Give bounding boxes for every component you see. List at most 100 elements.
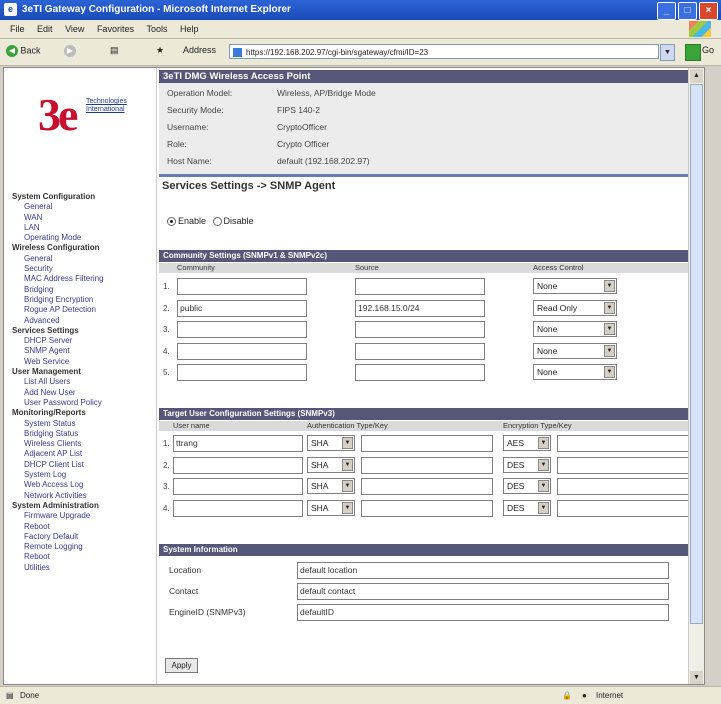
go-button[interactable] [685,44,701,61]
disable-radio[interactable] [212,217,222,227]
sidebar-item[interactable]: Wireless Clients [12,439,152,449]
menu-edit[interactable]: Edit [37,24,53,34]
community-input[interactable] [177,278,307,295]
sidebar-item[interactable]: Add New User [12,388,152,398]
sidebar-item[interactable]: Security [12,264,152,274]
sidebar-item[interactable]: Adjacent AP List [12,449,152,459]
sidebar-item[interactable]: Advanced [12,316,152,326]
dropdown-arrow-icon[interactable]: ▼ [604,366,615,378]
sidebar-item[interactable]: Network Activities [12,491,152,501]
menu-tools[interactable]: Tools [146,24,167,34]
apply-button[interactable]: Apply [165,658,198,673]
sidebar-item[interactable]: Web Service [12,357,152,367]
enc-type-select[interactable]: AES ▼ [503,435,551,451]
sidebar-item[interactable]: Web Access Log [12,480,152,490]
auth-key-input[interactable] [361,456,493,474]
auth-type-select[interactable]: SHA ▼ [307,456,355,473]
sidebar-item[interactable]: User Password Policy [12,398,152,408]
access-select[interactable]: None ▼ [533,364,617,380]
source-input[interactable] [355,321,485,338]
username-input[interactable] [173,456,303,474]
dropdown-arrow-icon[interactable]: ▼ [538,458,549,471]
enc-key-input[interactable] [557,456,689,474]
auth-key-input[interactable] [361,435,493,452]
sidebar-item[interactable]: Firmware Upgrade [12,511,152,521]
sidebar-item[interactable]: Reboot [12,552,152,562]
minimize-button[interactable]: _ [657,2,676,20]
dropdown-arrow-icon[interactable]: ▼ [538,480,549,492]
enc-key-input[interactable] [557,435,689,452]
dropdown-arrow-icon[interactable]: ▼ [604,301,615,314]
address-input[interactable]: https://192.168.202.97/cgi-bin/sgateway/… [229,44,659,59]
back-button[interactable]: ◀ Back [6,45,41,57]
dropdown-arrow-icon[interactable]: ▼ [342,480,353,492]
source-input[interactable]: 192.168.15.0/24 [355,299,485,317]
maximize-button[interactable]: □ [678,2,697,20]
sysinfo-input[interactable]: defaultID [297,604,669,621]
dropdown-arrow-icon[interactable]: ▼ [538,501,549,514]
access-select[interactable]: None ▼ [533,278,617,294]
sidebar-item[interactable]: Rogue AP Detection [12,305,152,315]
username-input[interactable] [173,499,303,517]
community-input[interactable] [177,321,307,338]
go-label[interactable]: Go [702,45,714,55]
community-input[interactable]: public [177,299,307,317]
auth-type-select[interactable]: SHA ▼ [307,435,355,451]
sidebar-item[interactable]: Reboot [12,522,152,532]
sidebar-item[interactable]: Operating Mode [12,233,152,243]
menu-file[interactable]: File [10,24,25,34]
dropdown-arrow-icon[interactable]: ▼ [342,501,353,514]
auth-type-select[interactable]: SHA ▼ [307,478,355,494]
auth-key-input[interactable] [361,499,493,517]
source-input[interactable] [355,342,485,360]
source-input[interactable] [355,278,485,295]
address-dropdown-icon[interactable]: ▼ [660,44,675,61]
sidebar-item[interactable]: Bridging Status [12,429,152,439]
scroll-down-icon[interactable]: ▼ [690,671,703,684]
dropdown-arrow-icon[interactable]: ▼ [604,323,615,335]
sidebar-item[interactable]: System Log [12,470,152,480]
dropdown-arrow-icon[interactable]: ▼ [342,458,353,471]
community-input[interactable] [177,342,307,360]
page-icon[interactable]: ▤ [110,45,119,56]
sidebar-item[interactable]: System Status [12,419,152,429]
sidebar-item[interactable]: Bridging Encryption [12,295,152,305]
sidebar-item[interactable]: WAN [12,213,152,223]
scroll-up-icon[interactable]: ▲ [690,69,703,83]
sysinfo-input[interactable]: default location [297,562,669,579]
close-button[interactable]: × [699,2,718,20]
sidebar-item[interactable]: List All Users [12,377,152,387]
sidebar-item[interactable]: DHCP Client List [12,460,152,470]
scroll-thumb[interactable] [690,84,703,624]
menu-favorites[interactable]: Favorites [97,24,134,34]
sidebar-item[interactable]: SNMP Agent [12,346,152,356]
enc-key-input[interactable] [557,499,689,517]
favorites-icon[interactable]: ★ [156,45,164,56]
access-select[interactable]: Read Only ▼ [533,299,617,316]
sidebar-item[interactable]: General [12,254,152,264]
forward-button[interactable]: ▶ [64,45,76,57]
username-input[interactable] [173,478,303,495]
sysinfo-input[interactable]: default contact [297,583,669,600]
auth-key-input[interactable] [361,478,493,495]
enc-type-select[interactable]: DES ▼ [503,478,551,494]
sidebar-item[interactable]: LAN [12,223,152,233]
dropdown-arrow-icon[interactable]: ▼ [342,437,353,449]
enc-type-select[interactable]: DES ▼ [503,456,551,473]
sidebar-item[interactable]: General [12,202,152,212]
community-input[interactable] [177,364,307,381]
sidebar-item[interactable]: MAC Address Filtering [12,274,152,284]
enable-radio[interactable] [167,217,176,227]
enc-key-input[interactable] [557,478,689,495]
menu-help[interactable]: Help [180,24,199,34]
username-input[interactable]: ttrang [173,435,303,452]
access-select[interactable]: None ▼ [533,321,617,337]
dropdown-arrow-icon[interactable]: ▼ [538,437,549,449]
dropdown-arrow-icon[interactable]: ▼ [604,280,615,292]
auth-type-select[interactable]: SHA ▼ [307,499,355,516]
sidebar-item[interactable]: Remote Logging [12,542,152,552]
enc-type-select[interactable]: DES ▼ [503,499,551,516]
vertical-scrollbar[interactable]: ▲ ▼ [688,68,704,684]
menu-view[interactable]: View [65,24,84,34]
sidebar-item[interactable]: Factory Default [12,532,152,542]
